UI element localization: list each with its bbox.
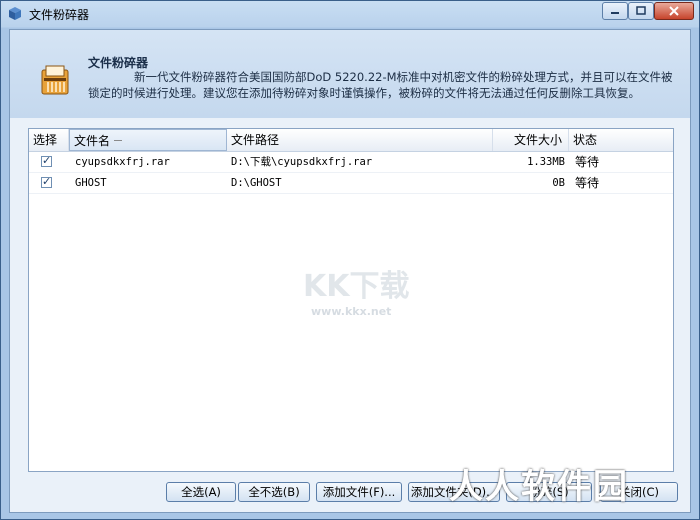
file-list[interactable]: 选择 文件名 文件路径 文件大小 状态 cyupsdkxfrj.rar D:\下… xyxy=(28,128,674,472)
select-all-button[interactable]: 全选(A) xyxy=(166,482,236,502)
column-header-status[interactable]: 状态 xyxy=(569,129,673,151)
row-checkbox[interactable] xyxy=(41,175,52,188)
header-description: 新一代文件粉碎器符合美国国防部DoD 5220.22-M标准中对机密文件的粉碎处… xyxy=(88,70,673,100)
column-header-filename[interactable]: 文件名 xyxy=(69,129,227,151)
watermark-url: www.kkx.net xyxy=(311,305,392,318)
sort-indicator-icon xyxy=(114,140,123,143)
file-path: D:\下载\cyupsdkxfrj.rar xyxy=(231,156,373,168)
list-header: 选择 文件名 文件路径 文件大小 状态 xyxy=(29,129,673,152)
client-area: 文件粉碎器 新一代文件粉碎器符合美国国防部DoD 5220.22-M标准中对机密… xyxy=(9,29,691,513)
minimize-icon xyxy=(611,12,619,14)
table-row[interactable]: cyupsdkxfrj.rar D:\下载\cyupsdkxfrj.rar 1.… xyxy=(29,152,673,173)
row-checkbox[interactable] xyxy=(41,154,52,167)
header-band: 文件粉碎器 新一代文件粉碎器符合美国国防部DoD 5220.22-M标准中对机密… xyxy=(10,30,690,118)
watermark-logo: KK下载 xyxy=(303,269,410,304)
file-size: 1.33MB xyxy=(527,156,565,168)
maximize-icon xyxy=(636,6,646,15)
file-name: cyupsdkxfrj.rar xyxy=(75,156,170,168)
add-file-button[interactable]: 添加文件(F)... xyxy=(316,482,402,502)
file-status: 等待 xyxy=(575,176,600,190)
file-status: 等待 xyxy=(575,155,600,169)
minimize-button[interactable] xyxy=(602,2,628,20)
close-window-button[interactable] xyxy=(654,2,694,20)
window-title: 文件粉碎器 xyxy=(29,8,90,22)
column-header-filepath[interactable]: 文件路径 xyxy=(227,129,493,151)
select-none-button[interactable]: 全不选(B) xyxy=(238,482,310,502)
app-window: 文件粉碎器 文件粉碎器 新一代文件粉碎器符合美国国防部DoD 5220.22-M… xyxy=(0,0,700,520)
table-row[interactable]: GHOST D:\GHOST 0B 等待 xyxy=(29,173,673,194)
file-size: 0B xyxy=(552,177,565,189)
maximize-button[interactable] xyxy=(628,2,654,20)
title-bar[interactable]: 文件粉碎器 xyxy=(1,1,699,27)
file-path: D:\GHOST xyxy=(231,177,282,189)
close-icon xyxy=(669,6,679,16)
file-name: GHOST xyxy=(75,177,107,189)
column-header-filesize[interactable]: 文件大小 xyxy=(493,129,569,151)
shredder-app-icon xyxy=(9,7,21,20)
column-header-select[interactable]: 选择 xyxy=(29,129,69,151)
column-header-filename-label: 文件名 xyxy=(74,134,111,148)
shredder-icon xyxy=(41,65,69,95)
overlay-watermark: 人人软件园 xyxy=(449,467,629,507)
